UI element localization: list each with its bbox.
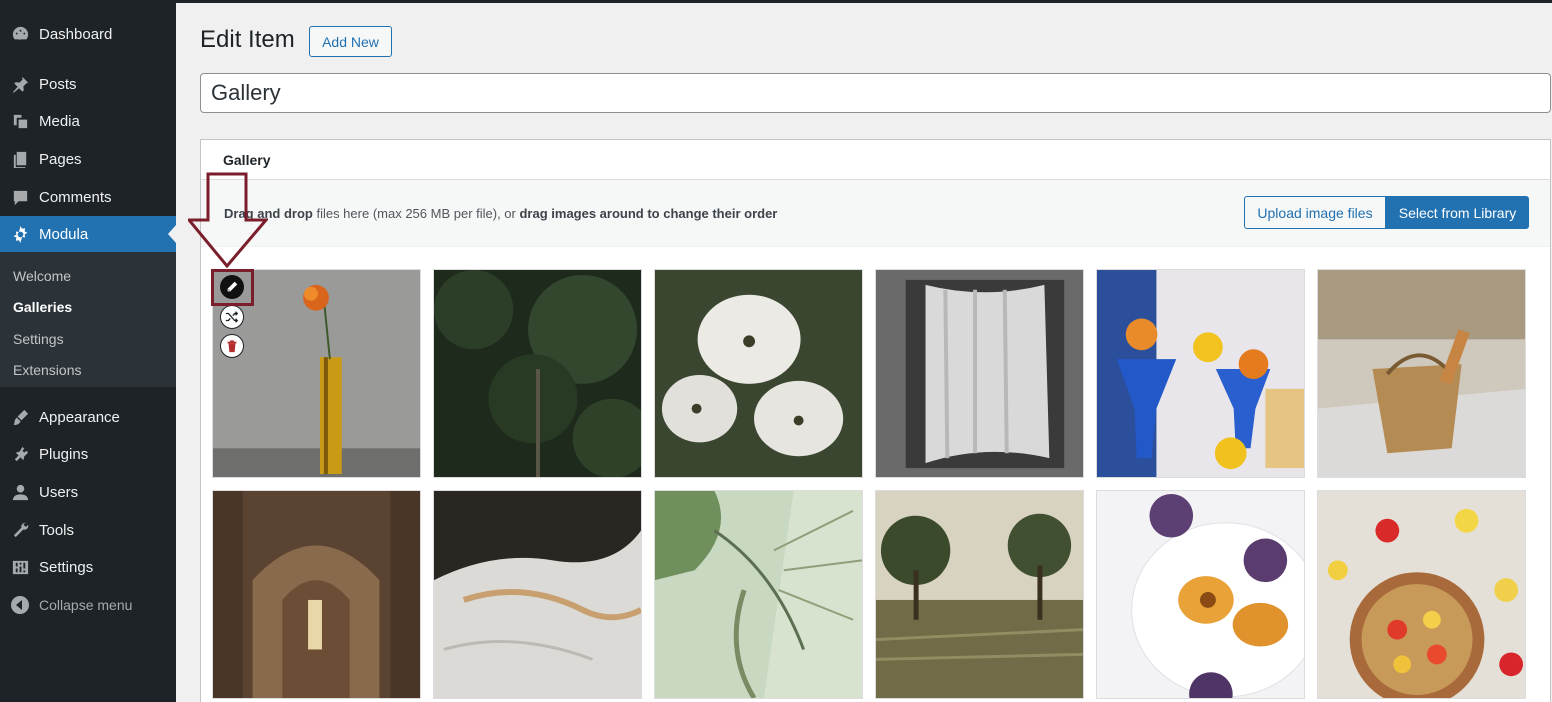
submenu-extensions[interactable]: Extensions: [13, 362, 81, 378]
pin-icon: [9, 73, 31, 95]
top-edge: [0, 0, 1552, 3]
sidebar-item-label: Appearance: [39, 408, 120, 426]
submenu-welcome[interactable]: Welcome: [13, 268, 71, 284]
gallery-thumbnail[interactable]: [1096, 490, 1305, 699]
modula-submenu: Welcome Galleries Settings Extensions: [0, 252, 176, 387]
dropzone-text-bold-2: drag images around to change their order: [519, 206, 778, 221]
sidebar-item-label: Modula: [39, 225, 89, 243]
page-title: Edit Item: [200, 26, 295, 53]
gallery-thumbnail[interactable]: [212, 269, 421, 478]
gallery-thumbnail[interactable]: [212, 490, 421, 699]
thumbnail-image: [1318, 491, 1525, 698]
submenu-galleries[interactable]: Galleries: [13, 299, 72, 315]
sidebar-item-users[interactable]: Users: [0, 474, 176, 510]
delete-item-button[interactable]: [220, 334, 244, 358]
admin-sidebar: Dashboard Posts Media Pages Comments Mod…: [0, 0, 176, 702]
user-icon: [9, 481, 31, 503]
submenu-settings[interactable]: Settings: [13, 331, 64, 347]
thumbnail-image: [1097, 491, 1304, 698]
sidebar-item-settings[interactable]: Settings: [0, 549, 176, 585]
replace-image-button[interactable]: [220, 305, 244, 329]
thumbnail-image: [655, 270, 862, 477]
dropzone-text-bold-1: Drag and drop: [224, 206, 313, 221]
gallery-metabox-heading: Gallery: [201, 140, 1550, 180]
thumbnail-image: [876, 270, 1083, 477]
wrench-icon: [9, 519, 31, 541]
gallery-thumbnail[interactable]: [433, 269, 642, 478]
thumbnail-image: [1318, 270, 1525, 477]
sidebar-item-label: Settings: [39, 558, 94, 576]
gallery-thumbnail[interactable]: [1317, 490, 1526, 699]
trash-icon: [227, 340, 237, 353]
sidebar-item-label: Tools: [39, 521, 75, 539]
thumbnail-image: [434, 270, 641, 477]
collapse-menu-button[interactable]: Collapse menu: [0, 590, 176, 620]
settings-icon: [9, 556, 31, 578]
gallery-thumbnail[interactable]: [654, 490, 863, 699]
dropzone-text-plain: files here (max 256 MB per file), or: [312, 206, 520, 221]
gallery-grid: [212, 269, 1528, 702]
media-icon: [9, 110, 31, 132]
collapse-icon: [11, 596, 29, 614]
collapse-menu-label: Collapse menu: [39, 597, 133, 613]
gear-icon: [9, 223, 31, 245]
pencil-icon: [227, 281, 238, 292]
sidebar-item-comments[interactable]: Comments: [0, 179, 176, 215]
sidebar-item-posts[interactable]: Posts: [0, 66, 176, 102]
add-new-button[interactable]: Add New: [309, 26, 392, 57]
shuffle-icon: [225, 311, 239, 323]
edit-item-button[interactable]: [220, 275, 244, 299]
dropzone-text: Drag and drop files here (max 256 MB per…: [224, 206, 777, 221]
sidebar-item-label: Media: [39, 112, 80, 130]
gallery-thumbnail[interactable]: [433, 490, 642, 699]
gallery-thumbnail[interactable]: [875, 269, 1084, 478]
gallery-thumbnail[interactable]: [1317, 269, 1526, 478]
pages-icon: [9, 148, 31, 170]
gallery-title-input[interactable]: [200, 73, 1551, 113]
thumbnail-image: [1097, 270, 1304, 477]
sidebar-item-label: Plugins: [39, 445, 89, 463]
thumbnail-image: [655, 491, 862, 698]
dashboard-icon: [9, 23, 31, 45]
sidebar-item-media[interactable]: Media: [0, 103, 176, 139]
sidebar-item-label: Pages: [39, 150, 82, 168]
gallery-thumbnail[interactable]: [654, 269, 863, 478]
sidebar-item-dashboard[interactable]: Dashboard: [0, 16, 176, 52]
gallery-thumbnail[interactable]: [875, 490, 1084, 699]
sidebar-item-label: Posts: [39, 75, 77, 93]
thumbnail-image: [876, 491, 1083, 698]
sidebar-item-label: Dashboard: [39, 25, 113, 43]
sidebar-item-plugins[interactable]: Plugins: [0, 436, 176, 472]
thumbnail-image: [213, 491, 420, 698]
brush-icon: [9, 406, 31, 428]
select-from-library-button[interactable]: Select from Library: [1386, 196, 1529, 229]
sidebar-item-modula[interactable]: Modula: [0, 216, 176, 252]
upload-image-files-button[interactable]: Upload image files: [1244, 196, 1386, 229]
plugin-icon: [9, 443, 31, 465]
sidebar-item-label: Users: [39, 483, 79, 501]
thumbnail-image: [213, 270, 420, 477]
gallery-thumbnail[interactable]: [1096, 269, 1305, 478]
sidebar-item-tools[interactable]: Tools: [0, 512, 176, 548]
sidebar-item-appearance[interactable]: Appearance: [0, 399, 176, 435]
comments-icon: [9, 186, 31, 208]
sidebar-item-label: Comments: [39, 188, 112, 206]
sidebar-item-pages[interactable]: Pages: [0, 141, 176, 177]
upload-dropzone[interactable]: Drag and drop files here (max 256 MB per…: [201, 180, 1550, 247]
thumbnail-image: [434, 491, 641, 698]
